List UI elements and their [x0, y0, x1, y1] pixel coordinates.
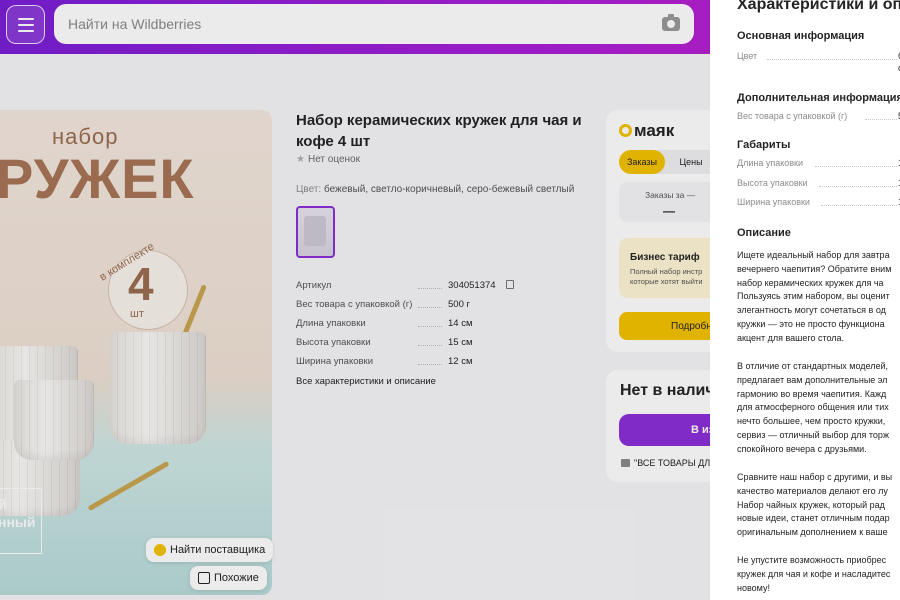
drawer-row-length: Длина упаковки 1 — [737, 158, 900, 170]
characteristics-drawer: Характеристики и оп Основная информация … — [710, 0, 900, 600]
description-paragraph: Сравните наш набор с другими, и вы качест… — [737, 472, 893, 538]
drawer-row-color-cont: с — [737, 63, 900, 75]
drawer-row-height: Высота упаковки 1 — [737, 178, 900, 190]
description-paragraph: В отличие от стандартных моделей, предлаг… — [737, 361, 889, 454]
description-paragraph: Ищете идеальный набор для завтра вечернег… — [737, 250, 892, 343]
drawer-row-width: Ширина упаковки 1 — [737, 197, 900, 209]
section-dimensions: Габариты — [737, 139, 791, 151]
description-paragraph: Не упустите возможность приобрес кружек д… — [737, 555, 891, 593]
drawer-row-color: Цвет б — [737, 51, 900, 63]
section-description: Описание — [737, 227, 791, 239]
section-extra-info: Дополнительная информация — [737, 92, 900, 104]
overlay-dim[interactable] — [0, 0, 710, 600]
section-main-info: Основная информация — [737, 30, 865, 42]
drawer-row-weight: Вес товара с упаковкой (г) 5 — [737, 111, 900, 123]
drawer-title: Характеристики и оп — [737, 0, 900, 13]
